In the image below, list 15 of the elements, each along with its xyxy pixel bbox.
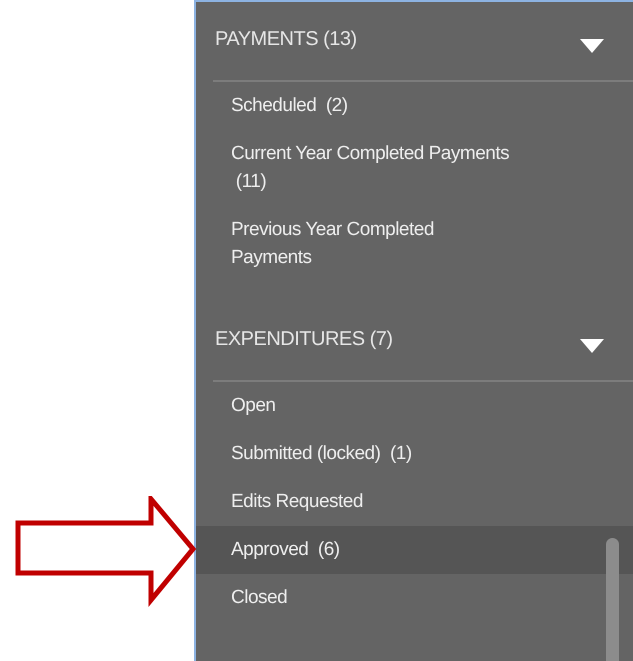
caret-icon <box>580 39 604 53</box>
section-title: EXPENDITURES (7) <box>215 328 393 350</box>
sidebar-item[interactable]: Open <box>196 382 633 430</box>
sidebar-item[interactable]: Scheduled (2) <box>196 82 633 130</box>
sidebar-item[interactable]: Edits Requested <box>196 478 633 526</box>
sidebar-item[interactable]: Approved (6) <box>196 526 633 574</box>
caret-icon <box>580 339 604 353</box>
scrollbar-thumb[interactable] <box>606 538 619 661</box>
section-header[interactable]: PAYMENTS (13) <box>213 2 633 82</box>
section-header[interactable]: EXPENDITURES (7) <box>213 302 633 382</box>
sidebar-item[interactable]: Previous Year Completed Payments <box>196 206 633 282</box>
sidebar-item[interactable]: Current Year Completed Payments (11) <box>196 130 633 206</box>
sidebar-item[interactable]: Closed <box>196 574 633 622</box>
section-title: PAYMENTS (13) <box>215 28 357 50</box>
sidebar-item[interactable]: Submitted (locked) (1) <box>196 430 633 478</box>
